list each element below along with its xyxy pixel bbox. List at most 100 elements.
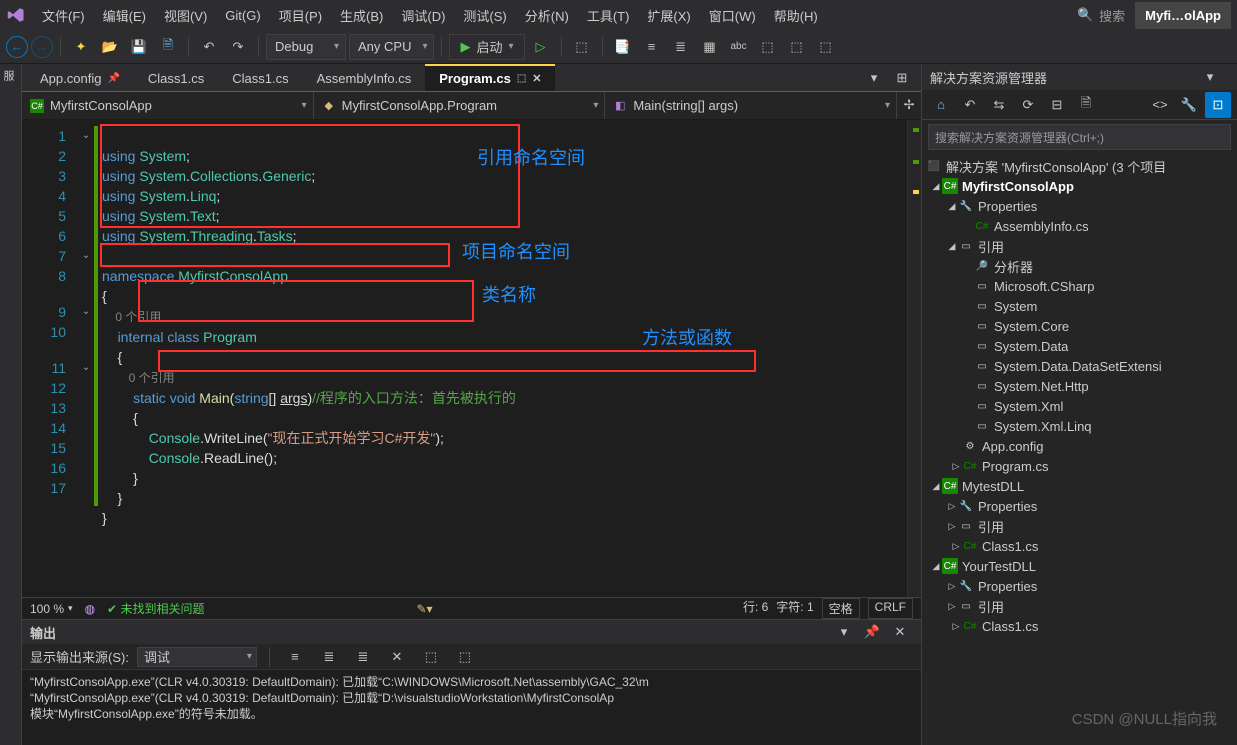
- tree-properties[interactable]: ◢🔧Properties: [922, 196, 1237, 216]
- tab-appconfig[interactable]: App.config📌: [26, 66, 134, 91]
- undo-button[interactable]: ↶: [196, 34, 222, 60]
- sln-home-button[interactable]: ⌂: [928, 92, 954, 118]
- line-ending[interactable]: CRLF: [868, 598, 913, 619]
- sln-sync-button[interactable]: ⟳: [1015, 92, 1041, 118]
- tree-ref-item[interactable]: ▭System.Data.DataSetExtensi: [922, 356, 1237, 376]
- tree-class1[interactable]: ▷C#Class1.cs: [922, 616, 1237, 636]
- code-content[interactable]: using System; using System.Collections.G…: [98, 120, 921, 597]
- tb-icon-8[interactable]: ⬚: [784, 34, 810, 60]
- tree-ref-item[interactable]: ▭System.Xml.Linq: [922, 416, 1237, 436]
- sln-collapse-button[interactable]: ⊟: [1044, 92, 1070, 118]
- split-editor-button[interactable]: ✢: [897, 92, 921, 118]
- pin-icon[interactable]: ⬚: [517, 73, 526, 84]
- light-bulb-icon[interactable]: ◍: [85, 602, 95, 616]
- menu-help[interactable]: 帮助(H): [766, 2, 826, 29]
- zoom-combo[interactable]: 100 %▾: [30, 602, 73, 616]
- menu-analyze[interactable]: 分析(N): [517, 2, 577, 29]
- menu-tools[interactable]: 工具(T): [579, 2, 638, 29]
- tree-program[interactable]: ▷C#Program.cs: [922, 456, 1237, 476]
- pin-icon[interactable]: 📌: [107, 73, 119, 84]
- codelens-refs[interactable]: 0 个引用: [102, 310, 161, 324]
- out-btn-6[interactable]: ⬚: [452, 644, 478, 670]
- new-project-button[interactable]: ✦: [68, 34, 94, 60]
- tb-icon-9[interactable]: ⬚: [813, 34, 839, 60]
- sln-preview-button[interactable]: ⊡: [1205, 92, 1231, 118]
- tree-ref-item[interactable]: ▭System.Data: [922, 336, 1237, 356]
- tabs-overflow-button[interactable]: ▾: [861, 65, 887, 91]
- menu-extensions[interactable]: 扩展(X): [639, 2, 698, 29]
- config-combo[interactable]: Debug: [266, 34, 346, 60]
- brush-icon[interactable]: ✎▾: [416, 602, 432, 616]
- fold-toggle[interactable]: ⌄: [78, 358, 94, 378]
- tree-solution-root[interactable]: ⬛解决方案 'MyfirstConsolApp' (3 个项目: [922, 156, 1237, 176]
- codelens-refs[interactable]: 0 个引用: [102, 371, 175, 385]
- nav-forward-button[interactable]: →: [31, 36, 53, 58]
- redo-button[interactable]: ↷: [225, 34, 251, 60]
- chevron-right-icon[interactable]: ▷: [946, 581, 958, 592]
- chevron-right-icon[interactable]: ▷: [946, 501, 958, 512]
- indent-mode[interactable]: 空格: [822, 598, 860, 619]
- menu-project[interactable]: 项目(P): [271, 2, 330, 29]
- tree-ref-item[interactable]: ▭System.Core: [922, 316, 1237, 336]
- tb-icon-2[interactable]: 📑: [610, 34, 636, 60]
- out-btn-1[interactable]: ≡: [282, 644, 308, 670]
- chevron-down-icon[interactable]: ◢: [946, 201, 958, 212]
- menu-build[interactable]: 生成(B): [332, 2, 391, 29]
- menu-view[interactable]: 视图(V): [156, 2, 215, 29]
- tb-icon-6[interactable]: abc: [726, 34, 752, 60]
- tb-icon-5[interactable]: ▦: [697, 34, 723, 60]
- menu-debug[interactable]: 调试(D): [393, 2, 453, 29]
- fold-toggle[interactable]: ⌄: [78, 302, 94, 322]
- tree-properties[interactable]: ▷🔧Properties: [922, 496, 1237, 516]
- menu-file[interactable]: 文件(F): [34, 2, 93, 29]
- tree-ref-item[interactable]: ▭System: [922, 296, 1237, 316]
- platform-combo[interactable]: Any CPU: [349, 34, 434, 60]
- tab-assemblyinfo[interactable]: AssemblyInfo.cs: [303, 66, 426, 91]
- tree-ref-item[interactable]: ▭System.Xml: [922, 396, 1237, 416]
- tree-appconfig[interactable]: ⚙App.config: [922, 436, 1237, 456]
- nav-back-button[interactable]: ←: [6, 36, 28, 58]
- output-text[interactable]: “MyfirstConsolApp.exe”(CLR v4.0.30319: D…: [22, 670, 921, 745]
- tb-icon-4[interactable]: ≣: [668, 34, 694, 60]
- sln-showall-button[interactable]: 🗎: [1073, 92, 1099, 118]
- output-source-combo[interactable]: 调试: [137, 647, 257, 667]
- map-scrollbar[interactable]: [907, 120, 921, 597]
- fold-toggle[interactable]: ⌄: [78, 126, 94, 146]
- menu-test[interactable]: 测试(S): [455, 2, 514, 29]
- tree-project[interactable]: ◢C#MytestDLL: [922, 476, 1237, 496]
- menu-window[interactable]: 窗口(W): [701, 2, 764, 29]
- tree-references[interactable]: ▷▭引用: [922, 596, 1237, 616]
- sln-dropdown-icon[interactable]: ▾: [1197, 64, 1223, 90]
- output-pin-icon[interactable]: 📌: [859, 619, 885, 645]
- tree-assemblyinfo[interactable]: C#AssemblyInfo.cs: [922, 216, 1237, 236]
- tb-icon-1[interactable]: ⬚: [569, 34, 595, 60]
- nav-type-combo[interactable]: ◆MyfirstConsolApp.Program: [314, 92, 606, 119]
- chevron-down-icon[interactable]: ◢: [930, 561, 942, 572]
- tab-class1-b[interactable]: Class1.cs: [218, 66, 302, 91]
- save-all-button[interactable]: 🗎: [155, 34, 181, 60]
- close-icon[interactable]: ✕: [532, 72, 541, 85]
- open-file-button[interactable]: 📂: [97, 34, 123, 60]
- left-tool-rail[interactable]: 服: [0, 64, 22, 745]
- tb-icon-7[interactable]: ⬚: [755, 34, 781, 60]
- code-editor[interactable]: 12345678 910 11121314151617 ⌄ ⌄ ⌄ ⌄ usin…: [22, 120, 921, 597]
- tb-icon-3[interactable]: ≡: [639, 34, 665, 60]
- tree-references[interactable]: ◢▭引用: [922, 236, 1237, 256]
- output-dropdown-icon[interactable]: ▾: [831, 619, 857, 645]
- output-close-icon[interactable]: ✕: [887, 619, 913, 645]
- out-btn-3[interactable]: ≣: [350, 644, 376, 670]
- nav-member-combo[interactable]: ◧Main(string[] args): [605, 92, 897, 119]
- tree-ref-item[interactable]: ▭Microsoft.CSharp: [922, 276, 1237, 296]
- sln-search-input[interactable]: 搜索解决方案资源管理器(Ctrl+;): [928, 124, 1231, 150]
- sln-properties-button[interactable]: 🔧: [1176, 92, 1202, 118]
- save-button[interactable]: 💾: [126, 34, 152, 60]
- tabs-split-button[interactable]: ⊞: [889, 65, 915, 91]
- chevron-down-icon[interactable]: ◢: [930, 181, 942, 192]
- chevron-down-icon[interactable]: ◢: [930, 481, 942, 492]
- sln-code-button[interactable]: <>: [1147, 92, 1173, 118]
- chevron-right-icon[interactable]: ▷: [946, 601, 958, 612]
- tab-class1-a[interactable]: Class1.cs: [134, 66, 218, 91]
- menu-git[interactable]: Git(G): [217, 4, 268, 27]
- nav-project-combo[interactable]: C#MyfirstConsolApp: [22, 92, 314, 119]
- menu-edit[interactable]: 编辑(E): [95, 2, 154, 29]
